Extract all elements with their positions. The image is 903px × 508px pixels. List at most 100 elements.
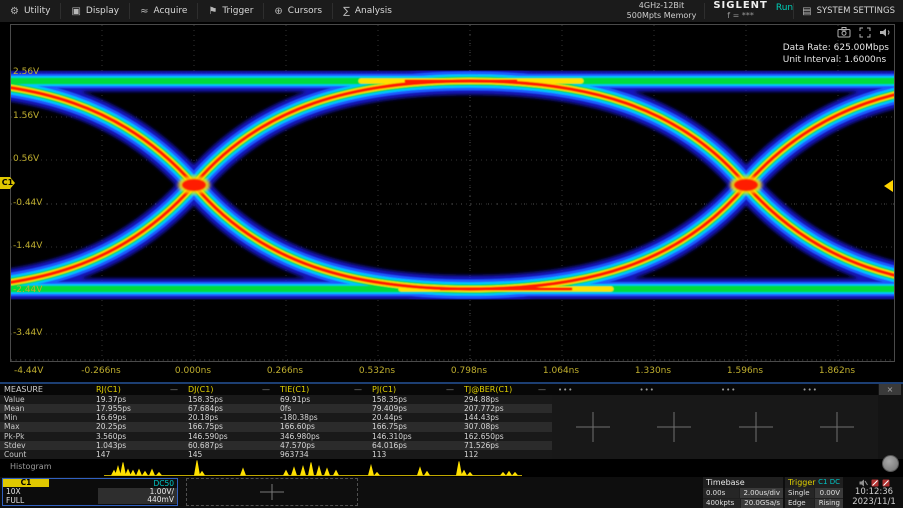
status-icons [845,477,903,487]
measure-value-cell: 112 [460,450,552,459]
menu-cursors[interactable]: ⊕Cursors [264,0,332,22]
measure-value-cell: 207.772ps [460,404,552,413]
measure-value-cell: 64.016ps [368,441,460,450]
measure-value-cell: 166.75ps [184,422,276,431]
system-settings-button[interactable]: ▤ SYSTEM SETTINGS [794,0,903,22]
collapse-column-icon[interactable]: — [446,385,460,394]
measure-column-name: PJ(C1) [372,385,396,394]
empty-measure-column-header[interactable]: ••• [634,386,716,394]
x-axis-label: 1.596ns [727,366,763,376]
trigger-flag-icon: ⚑ [208,6,217,17]
measure-value-cell: 963734 [276,450,368,459]
measure-value-cell: 20.25ps [92,422,184,431]
collapse-column-icon[interactable]: — [170,385,184,394]
measure-value-cell: 162.650ps [460,432,552,441]
menu-bar-items: ⚙ Utility ▣Display≈Acquire⚑Trigger⊕Cursors… [0,0,402,22]
menu-display[interactable]: ▣Display [61,0,129,22]
usb-disconnected-icon [871,479,879,487]
display-icon: ▣ [71,6,80,17]
bottom-status-bar: C1 DC50 10X 1.00V/ FULL 440mV Timebase 0… [0,477,903,508]
menu-trigger[interactable]: ⚑Trigger [198,0,263,22]
measure-table-data: MEASURERJ(C1)—DJ(C1)—TIE(C1)—PJ(C1)—TJ@B… [0,384,552,459]
add-measurement-button[interactable] [634,395,716,459]
eye-diagram-plot [10,24,895,362]
measure-column-header[interactable]: DJ(C1)— [184,385,276,394]
empty-measure-column-header[interactable]: ••• [797,386,879,394]
navigation-knob-button[interactable] [882,455,899,472]
empty-measure-column-header[interactable]: ••• [715,386,797,394]
gear-icon: ⚙ [10,6,19,17]
measure-row: Max20.25ps166.75ps166.60ps166.75ps307.08… [0,422,552,431]
add-measurement-button[interactable] [797,395,879,459]
measure-title: MEASURE [4,385,43,394]
menu-acquire[interactable]: ≈Acquire [130,0,197,22]
speaker-mute-icon [859,479,868,487]
measure-column-name: TIE(C1) [280,385,309,394]
measure-value-cell: 307.08ps [460,422,552,431]
measure-column-header[interactable]: TIE(C1) — [276,385,368,394]
trigger-level-marker[interactable] [884,180,893,192]
eye-trace [11,81,895,289]
measure-value-cell: 158.35ps [368,395,460,404]
measure-value-cell: 47.570ps [276,441,368,450]
measure-value-cell: 79.409ps [368,404,460,413]
measure-value-cell: 16.69ps [92,413,184,422]
measure-value-cell: 17.955ps [92,404,184,413]
measure-row-label: Value [0,395,92,404]
measure-column-header[interactable]: TJ@BER(C1)— [460,385,552,394]
channel1-offset: 440mV [98,496,177,504]
add-measurement-button[interactable] [715,395,797,459]
x-axis-label: 0.798ns [451,366,487,376]
add-channel-button[interactable] [186,478,358,506]
y-axis-min-label: -4.44V [14,366,43,376]
measure-value-cell: 113 [368,450,460,459]
measure-value-cell: 145 [184,450,276,459]
timebase-sample-rate: 20.0GSa/s [741,499,783,508]
settings-panel-icon: ▤ [802,6,811,17]
menu-utility-label: Utility [24,6,50,16]
measure-row-label: Stdev [0,441,92,450]
measure-value-cell: 1.043ps [92,441,184,450]
trigger-box[interactable]: Trigger C1 DC Single 0.00V Edge Rising [785,477,843,508]
x-axis-label: 0.532ns [359,366,395,376]
timebase-scale: 2.00us/div [740,488,783,498]
x-axis-label: 1.862ns [819,366,855,376]
plus-icon [187,479,357,505]
menu-utility[interactable]: ⚙ Utility [0,0,60,22]
collapse-column-icon[interactable]: — [262,385,276,394]
measure-value-cell: 69.91ps [276,395,368,404]
measure-value-cell: 158.35ps [184,395,276,404]
timebase-box[interactable]: Timebase 0.00s 2.00us/div 400kpts 20.0GS… [703,477,783,508]
camera-icon[interactable] [837,27,851,38]
timebase-points: 400kpts [703,499,740,508]
measure-column-header[interactable]: RJ(C1) — [92,385,184,394]
brand-block: SIGLENT f = *** [705,0,776,22]
specs-bandwidth: 4GHz-12Bit [627,1,697,11]
measure-column-header[interactable]: PJ(C1) — [368,385,460,394]
measure-value-cell: 20.44ps [368,413,460,422]
channel1-descriptor-box[interactable]: C1 DC50 10X 1.00V/ FULL 440mV [2,478,178,506]
y-axis-label: -3.44V [13,328,42,338]
menu-analysis[interactable]: ∑Analysis [333,0,402,22]
cursors-icon: ⊕ [274,6,282,17]
measure-column-name: RJ(C1) [96,385,121,394]
fullscreen-icon[interactable] [859,27,871,38]
collapse-column-icon[interactable]: — [354,385,368,394]
clock-area[interactable]: 10:12:36 2023/11/1 [845,477,903,508]
acquisition-status[interactable]: Run [776,0,793,22]
empty-measure-column-header[interactable]: ••• [552,386,634,394]
y-axis-label: 0.56V [13,154,39,164]
measure-value-cell: -180.38ps [276,413,368,422]
collapse-column-icon[interactable]: — [538,385,552,394]
measure-row-label: Pk-Pk [0,432,92,441]
close-measure-table-button[interactable]: × [879,384,901,395]
system-settings-label: SYSTEM SETTINGS [817,6,895,16]
scope-specs: 4GHz-12Bit 500Mpts Memory [619,0,705,22]
y-axis-label: -1.44V [13,241,42,251]
measure-value-cell: 146.590ps [184,432,276,441]
trigger-source: C1 DC [818,478,840,486]
add-measurement-button[interactable] [552,395,634,459]
speaker-icon[interactable] [879,27,891,38]
x-axis-label: 1.330ns [635,366,671,376]
histogram-label: Histogram [10,462,52,471]
